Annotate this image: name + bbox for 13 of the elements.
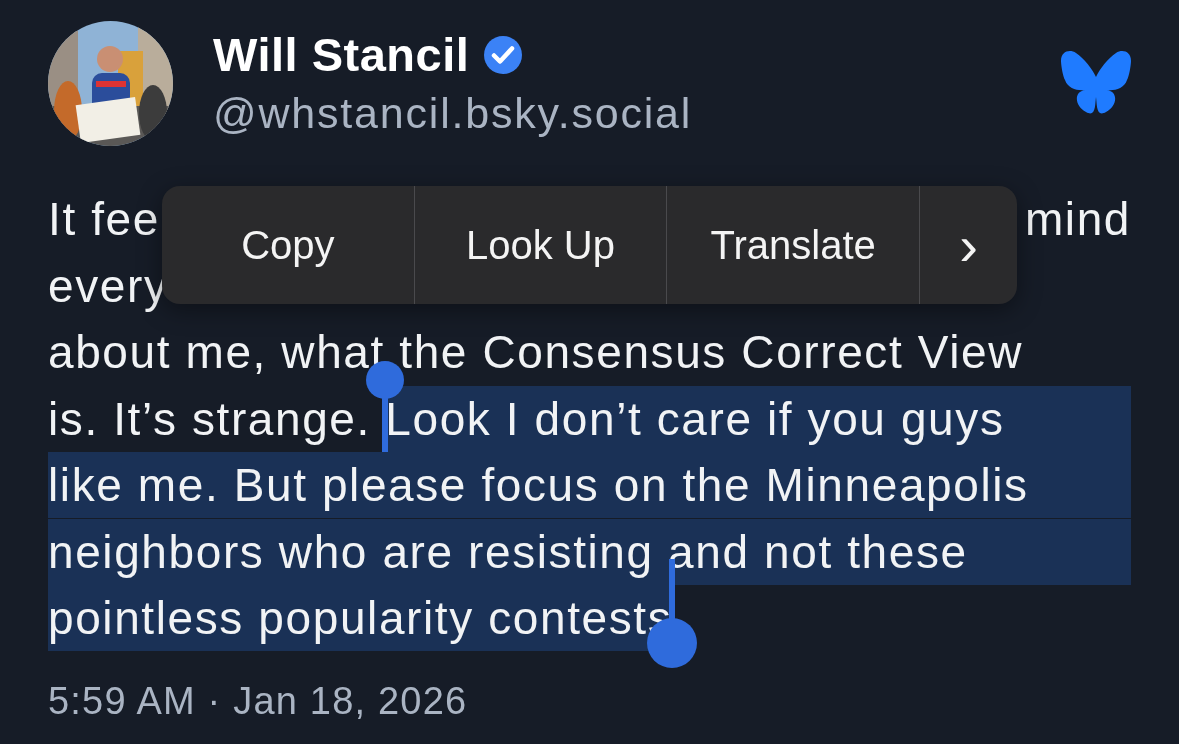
more-button[interactable]: ›: [919, 186, 1017, 304]
selected-text: like me. But please focus on the Minneapolis: [48, 452, 1131, 519]
post-text: is. It’s strange.: [48, 391, 372, 447]
menu-item[interactable]: Translate: [666, 186, 919, 304]
post-text: It fee: [48, 192, 160, 248]
timestamp: 5:59 AM · Jan 18, 2026: [48, 679, 469, 723]
author-name: Will Stancil: [213, 29, 470, 81]
author-handle: @whstancil.bsky.social: [213, 89, 694, 137]
post-text: about me, what the Consensus Correct View: [48, 325, 1023, 381]
butterfly-icon: [1061, 50, 1131, 116]
selected-text: neighbors who are resisting and not these: [48, 518, 1131, 585]
menu-item[interactable]: Look Up: [413, 186, 667, 304]
post-text: mind: [1024, 192, 1131, 248]
